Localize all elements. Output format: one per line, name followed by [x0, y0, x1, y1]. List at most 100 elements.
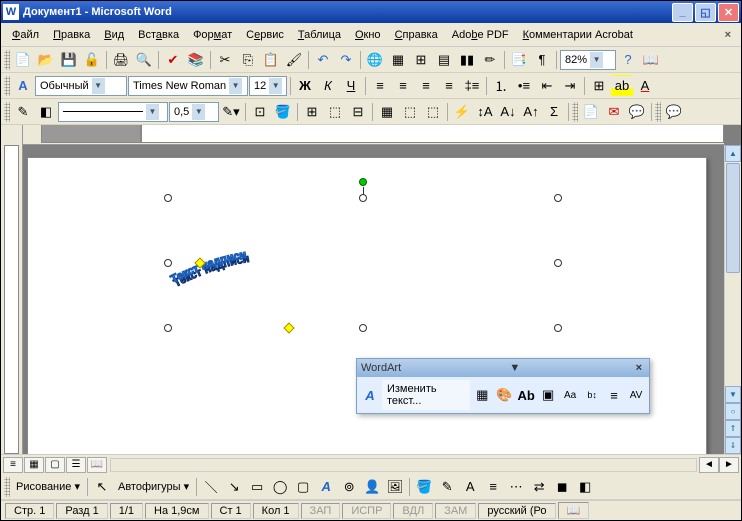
edit-text-button[interactable]: Изменить текст...	[382, 380, 470, 410]
fill-color-button[interactable]: 🪣	[413, 476, 435, 498]
excel-button[interactable]: ▤	[433, 49, 455, 71]
status-rec[interactable]: ЗАП	[301, 503, 341, 519]
text-direction-button[interactable]: ↕A	[474, 101, 496, 123]
menu-adobe[interactable]: Adobe PDF	[445, 27, 516, 43]
numbering-button[interactable]: ⒈	[490, 75, 512, 97]
status-col[interactable]: Кол 1	[253, 503, 299, 519]
styles-pane-button[interactable]: A	[12, 75, 34, 97]
autoshapes-menu[interactable]: Автофигуры ▾	[114, 478, 193, 495]
resize-handle-sw[interactable]	[164, 324, 172, 332]
scroll-thumb[interactable]	[726, 163, 740, 273]
style-dropdown[interactable]: Обычный▼	[35, 76, 127, 96]
insert-table2-button[interactable]: ⊞	[301, 101, 323, 123]
toolbar-grip[interactable]	[655, 102, 661, 122]
arrow-style-button[interactable]: ⇄	[528, 476, 550, 498]
char-spacing-button[interactable]: AV	[626, 384, 646, 406]
undo-button[interactable]: ↶	[312, 49, 334, 71]
rectangle-button[interactable]: ▭	[246, 476, 268, 498]
toolbar-grip[interactable]	[4, 477, 10, 497]
toolbar-grip[interactable]	[572, 102, 578, 122]
distribute-rows-button[interactable]: ⬚	[399, 101, 421, 123]
fontsize-dropdown[interactable]: 12▼	[249, 76, 287, 96]
autosum-button[interactable]: Σ	[543, 101, 565, 123]
paste-button[interactable]: 📋	[260, 49, 282, 71]
3d-button[interactable]: ◧	[574, 476, 596, 498]
menu-service[interactable]: Сервис	[239, 27, 291, 43]
format-painter-button[interactable]: 🖌	[283, 49, 305, 71]
sort-desc-button[interactable]: A↑	[520, 101, 542, 123]
textbox-button[interactable]: ▢	[292, 476, 314, 498]
new-doc-button[interactable]: 📄	[12, 49, 34, 71]
rotate-handle[interactable]	[359, 178, 367, 186]
oval-button[interactable]: ◯	[269, 476, 291, 498]
copy-button[interactable]: ⎘	[237, 49, 259, 71]
outline-view-button[interactable]: ☰	[66, 457, 86, 473]
cut-button[interactable]: ✂	[214, 49, 236, 71]
insert-wordart-button[interactable]: A	[360, 384, 380, 406]
hscroll-right[interactable]: ►	[719, 457, 739, 473]
border-color-button[interactable]: ✎▾	[220, 101, 242, 123]
outside-border-button[interactable]: ⊡	[249, 101, 271, 123]
insert-wordart2-button[interactable]: A	[315, 476, 337, 498]
justify-button[interactable]: ≡	[438, 75, 460, 97]
show-marks-button[interactable]: ¶	[531, 49, 553, 71]
acrobat-comments-button[interactable]: 💬	[663, 101, 685, 123]
drawing-toggle-button[interactable]: ✏	[479, 49, 501, 71]
print-view-button[interactable]: ▢	[45, 457, 65, 473]
vertical-text-button[interactable]: b↕	[582, 384, 602, 406]
wordart-gallery-button[interactable]: ▦	[472, 384, 492, 406]
arrow-button[interactable]: ↘	[223, 476, 245, 498]
research-button[interactable]: 📚	[185, 49, 207, 71]
status-at[interactable]: На 1,9см	[145, 503, 208, 519]
close-button[interactable]: ✕	[718, 3, 739, 22]
toolbar-grip[interactable]	[4, 76, 10, 96]
status-page[interactable]: Стр. 1	[5, 503, 54, 519]
menu-edit[interactable]: Правка	[46, 27, 97, 43]
vertical-scrollbar[interactable]: ▲ ▼ ○ ⇑ ⇓	[724, 145, 741, 454]
print-button[interactable]: 🖨	[110, 49, 132, 71]
resize-handle-e[interactable]	[554, 259, 562, 267]
resize-handle-nw[interactable]	[164, 194, 172, 202]
menu-window[interactable]: Окно	[348, 27, 388, 43]
normal-view-button[interactable]: ≡	[3, 457, 23, 473]
clipart-button[interactable]: 👤	[361, 476, 383, 498]
menu-acrobat[interactable]: Комментарии Acrobat	[516, 27, 640, 43]
same-height-button[interactable]: Aa	[560, 384, 580, 406]
borders-button[interactable]: ⊞	[588, 75, 610, 97]
wordart-object[interactable]: Текст надписи Текст надписи	[168, 198, 558, 328]
menu-help[interactable]: Справка	[388, 27, 445, 43]
horizontal-ruler[interactable]	[23, 125, 724, 145]
shading-color-button[interactable]: 🪣	[272, 101, 294, 123]
bold-button[interactable]: Ж	[294, 75, 316, 97]
web-view-button[interactable]: ▦	[24, 457, 44, 473]
hscroll-left[interactable]: ◄	[699, 457, 719, 473]
open-button[interactable]: 📂	[35, 49, 57, 71]
autoformat-button[interactable]: ⚡	[451, 101, 473, 123]
docmap-button[interactable]: 📑	[508, 49, 530, 71]
highlight-button[interactable]: ab	[611, 75, 633, 97]
toolbar-grip[interactable]	[4, 102, 10, 122]
permission-button[interactable]: 🔓	[81, 49, 103, 71]
shadow-button[interactable]: ◼	[551, 476, 573, 498]
status-pages[interactable]: 1/1	[110, 503, 143, 519]
reading-view-button[interactable]: 📖	[87, 457, 107, 473]
status-line[interactable]: Ст 1	[211, 503, 251, 519]
vertical-ruler[interactable]	[1, 125, 23, 454]
preview-button[interactable]: 🔍	[133, 49, 155, 71]
title-bar[interactable]: W Документ1 - Microsoft Word _ ◱ ✕	[1, 1, 741, 23]
pdf-email-button[interactable]: ✉	[603, 101, 625, 123]
spellcheck-button[interactable]: ✔	[162, 49, 184, 71]
bullets-button[interactable]: •≡	[513, 75, 535, 97]
scroll-down-button[interactable]: ▼	[725, 386, 741, 403]
resize-handle-w[interactable]	[164, 259, 172, 267]
minimize-button[interactable]: _	[672, 3, 693, 22]
save-button[interactable]: 💾	[58, 49, 80, 71]
zoom-dropdown[interactable]: 82%▼	[560, 50, 616, 70]
menu-format[interactable]: Формат	[186, 27, 239, 43]
draw-table-button[interactable]: ✎	[12, 101, 34, 123]
prev-page-button[interactable]: ⇑	[725, 420, 741, 437]
toolbar-grip[interactable]	[4, 50, 10, 70]
eraser-button[interactable]: ◧	[35, 101, 57, 123]
status-ovr[interactable]: ЗАМ	[435, 503, 476, 519]
menu-close-doc[interactable]: ×	[719, 27, 737, 43]
